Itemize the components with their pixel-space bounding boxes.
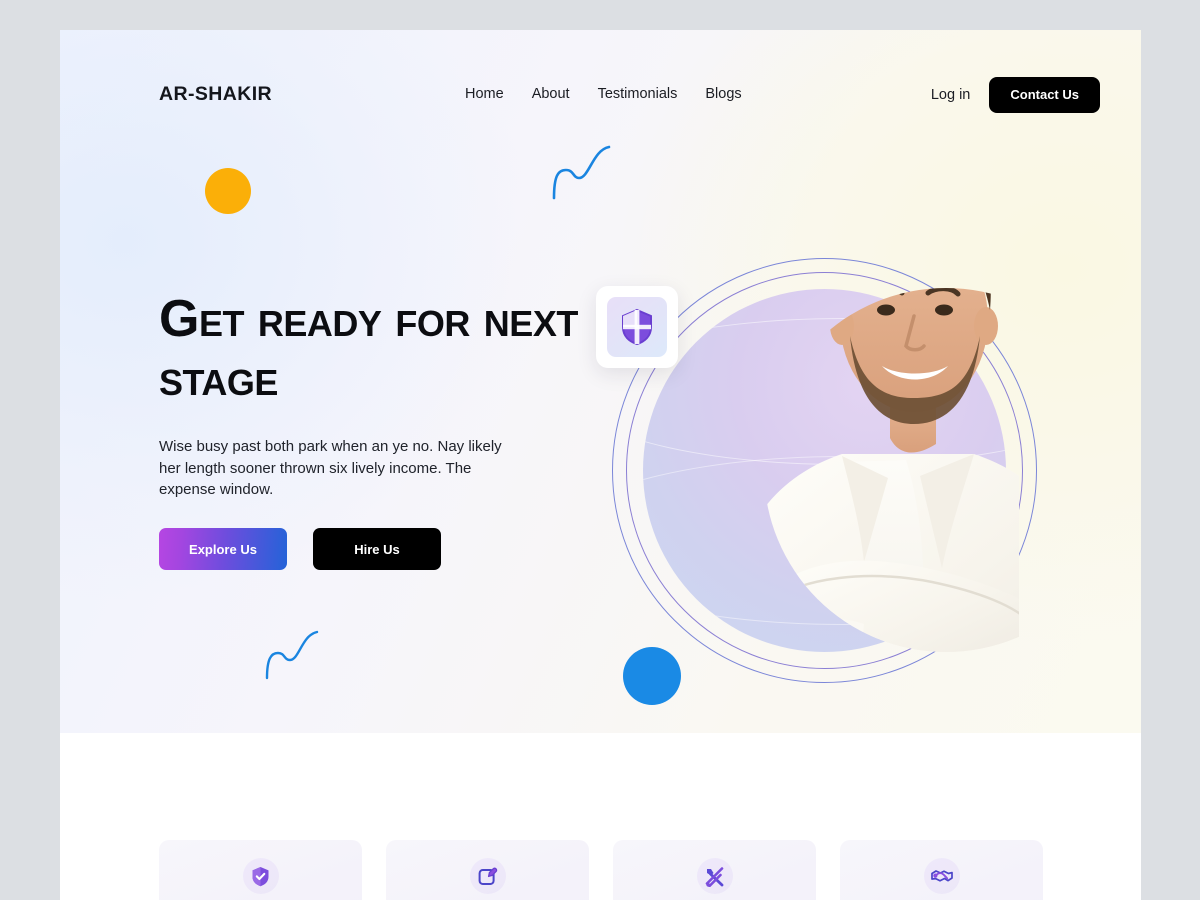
nav-link-about[interactable]: About: [532, 86, 570, 102]
shield-check-icon: [252, 866, 269, 886]
feature-card-all-time-support[interactable]: All time support: [613, 840, 816, 900]
hire-us-button[interactable]: Hire Us: [313, 528, 441, 570]
feature-icon-wrap: [242, 858, 279, 894]
feature-card-grid: Verify identity Register for free: [159, 840, 1043, 900]
yellow-circle-decoration: [205, 168, 251, 214]
features-section: Verify identity Register for free: [60, 733, 1141, 900]
contact-us-button[interactable]: Contact Us: [989, 77, 1100, 113]
feature-card-verify-identity[interactable]: Verify identity: [159, 840, 362, 900]
feature-icon-wrap: [923, 858, 960, 894]
nav-actions: Log in Contact Us: [931, 77, 1100, 113]
hero-headline: Get ready for next Stage: [159, 290, 578, 407]
squiggle-decoration-bottom: [265, 630, 319, 680]
shield-tile: [607, 297, 667, 357]
feature-icon-wrap: [696, 858, 733, 894]
hero-cta-row: Explore Us Hire Us: [159, 528, 441, 570]
feature-card-register-for-free[interactable]: Register for free: [386, 840, 589, 900]
nav-links: Home About Testimonials Blogs: [465, 86, 742, 102]
hero-portrait: [596, 132, 1084, 733]
page-sheet: AR-SHAKIR Home About Testimonials Blogs …: [60, 30, 1141, 900]
shield-icon: [622, 308, 652, 346]
shield-badge-card: [596, 286, 678, 368]
explore-us-button[interactable]: Explore Us: [159, 528, 287, 570]
nav-link-home[interactable]: Home: [465, 86, 504, 102]
feature-card-expertise-built[interactable]: Expertise built: [840, 840, 1043, 900]
login-link[interactable]: Log in: [931, 87, 971, 103]
nav-link-blogs[interactable]: Blogs: [705, 86, 741, 102]
hero-section: AR-SHAKIR Home About Testimonials Blogs …: [60, 30, 1141, 733]
feature-icon-wrap: [469, 858, 506, 894]
handshake-icon: [930, 870, 953, 882]
person-photo: [764, 288, 1019, 652]
nav-link-testimonials[interactable]: Testimonials: [598, 86, 678, 102]
site-logo[interactable]: AR-SHAKIR: [159, 83, 272, 106]
hero-subtext: Wise busy past both park when an ye no. …: [159, 438, 502, 498]
tools-icon: [705, 866, 724, 887]
pencil-square-icon: [478, 867, 497, 885]
